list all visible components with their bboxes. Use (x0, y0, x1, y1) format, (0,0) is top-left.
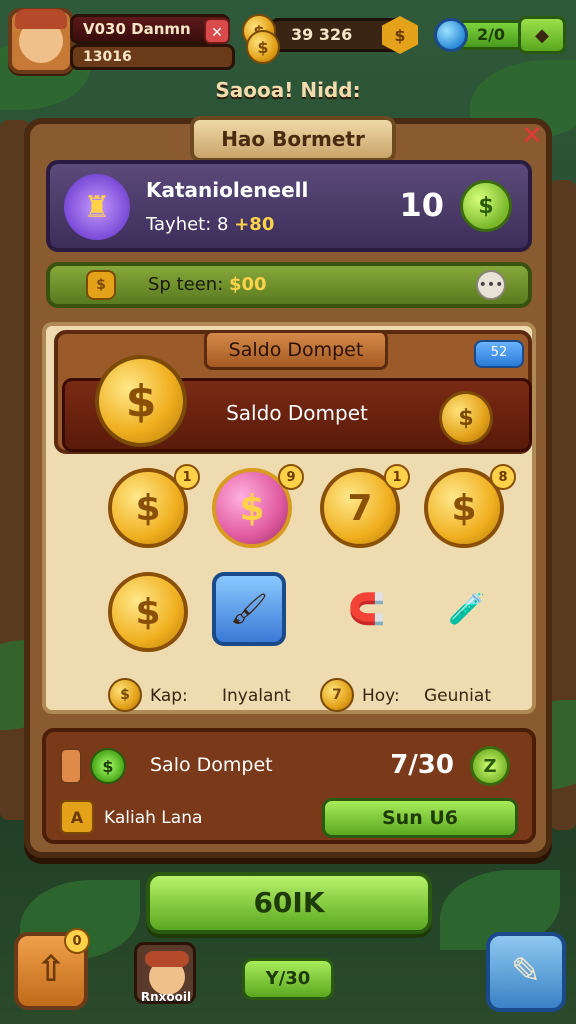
green-coin-icon: Z (470, 746, 510, 786)
hud-close-icon[interactable]: ✕ (204, 18, 230, 44)
panel-title: Hao Bormetr (190, 116, 396, 162)
scroll-quest-icon[interactable]: ✎ (486, 932, 566, 1012)
coin-icon: $ (246, 30, 280, 64)
legend-label: Hoy: (362, 686, 400, 706)
wallet-tag[interactable]: 52 (474, 340, 524, 368)
more-options-icon[interactable]: ••• (476, 270, 506, 300)
spin-row[interactable]: $ Sp teen: $00 ••• (46, 262, 532, 308)
potion-icon[interactable]: 🧪 (430, 572, 504, 646)
coin-badge-icon: $ (86, 270, 116, 300)
quest-subtitle: Tayhet: 8 +80 (146, 214, 274, 235)
quest-subtitle-prefix: Tayhet: 8 (146, 214, 229, 235)
spin-prefix: Sp teen: (148, 274, 224, 295)
top-hud: V030 Danmn ✕ 13016 39 326 $ $ $ 2/0 ◆ (0, 6, 576, 76)
primary-action-button[interactable]: 60IK (146, 872, 432, 934)
top-caption: Saooa! Nidd: (215, 78, 361, 102)
magnet-icon[interactable]: 🧲 (330, 572, 404, 646)
item-badge: 1 (384, 464, 410, 490)
secondary-button[interactable]: Y/30 (242, 958, 334, 1000)
quest-subtitle-value: +80 (234, 214, 275, 235)
wallet-balance-bar: $ Saldo Dompet $ (62, 355, 532, 452)
summary-sub-label: Kaliah Lana (104, 808, 203, 828)
item-badge: 1 (174, 464, 200, 490)
wallet-header: Saldo Dompet 52 $ Saldo Dompet $ (54, 330, 532, 454)
character-name: Rnxooil (140, 990, 192, 1004)
legend-label: Geuniat (424, 686, 491, 706)
close-icon[interactable]: ✕ (518, 122, 546, 150)
gem-icon: $ (90, 748, 126, 784)
coin-item[interactable]: $ (108, 572, 188, 652)
wallet-summary-card: $ Salo Dompet 7/30 Z A Kaliah Lana Sun U… (42, 728, 536, 844)
wallet-tab[interactable]: Saldo Dompet (204, 330, 388, 370)
coin-icon: $ (108, 678, 142, 712)
summary-value: 7/30 (390, 750, 454, 780)
summary-icons: $ (60, 748, 140, 784)
legend-label: Kap: (150, 686, 188, 706)
wallet-parchment: Saldo Dompet 52 $ Saldo Dompet $ $ 1 $ 9… (42, 322, 536, 714)
medal-icon: A (60, 800, 94, 834)
player-level: 13016 (70, 44, 235, 70)
spin-text: Sp teen: $00 (148, 274, 267, 295)
puzzle-icon: ♜ (64, 174, 130, 240)
summary-label: Salo Dompet (150, 754, 273, 776)
coin-stack-icon: $ $ (240, 14, 282, 64)
green-coin-icon: $ (460, 180, 512, 232)
avatar-face-icon (15, 9, 67, 63)
shop-ticket-icon[interactable]: ◆ (518, 16, 566, 54)
legend-row: $ Kap: Inyalant 7 Hoy: Geuniat (46, 678, 532, 714)
upgrade-badge: 0 (64, 928, 90, 954)
item-badge: 9 (278, 464, 304, 490)
bottle-icon (60, 748, 82, 784)
item-badge: 8 (490, 464, 516, 490)
main-panel: Hao Bormetr ✕ ♜ Katanioleneell Tayhet: 8… (24, 116, 552, 858)
quest-title: Katanioleneell (146, 178, 309, 202)
quest-count: 10 (399, 186, 444, 224)
gem-icon (434, 18, 468, 52)
coin-icon: $ (439, 391, 493, 445)
claim-button[interactable]: Sun U6 (322, 798, 518, 838)
coin-icon: 7 (320, 678, 354, 712)
spin-value: $00 (229, 274, 267, 295)
legend-label: Inyalant (222, 686, 291, 706)
player-avatar[interactable] (8, 8, 74, 74)
quest-row[interactable]: ♜ Katanioleneell Tayhet: 8 +80 10 $ (46, 160, 532, 252)
paint-brush-icon[interactable]: 🖌 (212, 572, 286, 646)
